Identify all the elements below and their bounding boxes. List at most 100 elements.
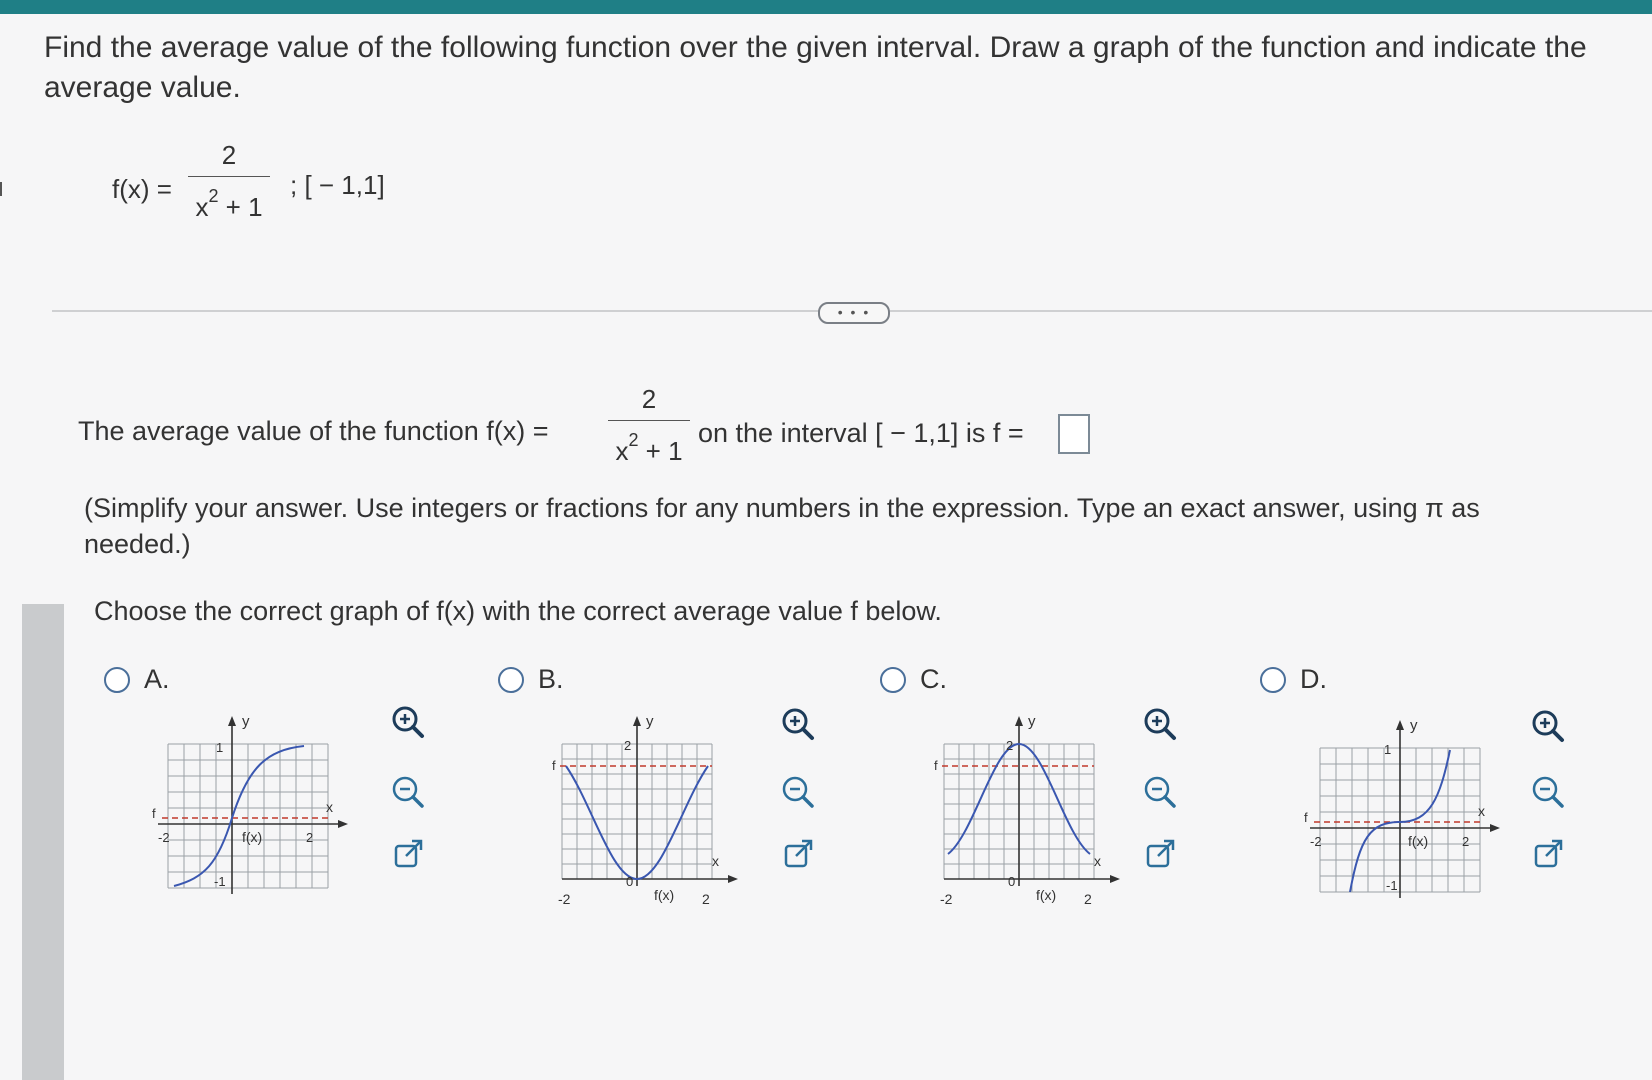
zoom-in-icon <box>782 708 814 740</box>
option-a-xmax-label: 2 <box>306 830 313 845</box>
option-d-xmax-label: 2 <box>1462 834 1469 849</box>
option-a-open[interactable] <box>386 832 430 876</box>
option-d-radio[interactable] <box>1260 666 1286 693</box>
option-b-f-label: f <box>552 758 556 773</box>
option-c-zoom-out[interactable] <box>1138 770 1182 814</box>
option-c-graph: y 2 x f -2 2 f(x) 0 <box>924 713 1124 929</box>
option-c-x-arrow <box>1110 875 1120 883</box>
open-new-window-icon <box>1534 839 1563 868</box>
option-c-xmax-label: 2 <box>1084 891 1092 907</box>
left-scroll-rail[interactable] <box>22 604 64 1080</box>
function-lhs: f(x) = <box>112 174 172 204</box>
option-a-fx-label: f(x) <box>242 829 262 845</box>
option-c-xmin-label: -2 <box>940 891 953 907</box>
option-d-graph: y 1 x f -2 2 f(x) -1 <box>1300 717 1500 923</box>
answer-fraction: 2 x2 + 1 <box>608 384 690 466</box>
option-d-f-label: f <box>1304 810 1308 825</box>
option-b-ytop-label: 2 <box>624 738 631 753</box>
option-d-letter: D. <box>1300 664 1327 694</box>
option-c[interactable]: C. y 2 x f -2 2 f(x) 0 <box>880 664 1240 924</box>
option-c-letter: C. <box>920 664 947 694</box>
option-c-zero-label: 0 <box>1008 874 1015 889</box>
option-d-ybot-label: -1 <box>1386 878 1398 893</box>
option-a-y-label: y <box>242 714 250 730</box>
fraction-numerator: 2 <box>221 140 237 170</box>
option-d-open[interactable] <box>1526 832 1570 876</box>
option-b-xmin-label: -2 <box>558 891 571 907</box>
option-b-xmax-label: 2 <box>702 891 710 907</box>
option-c-open[interactable] <box>1138 832 1182 876</box>
option-a-xmin-label: -2 <box>158 830 170 845</box>
option-c-f-label: f <box>934 758 938 773</box>
option-a-letter: A. <box>144 664 170 694</box>
zoom-out-icon <box>1532 776 1564 808</box>
option-b-x-arrow <box>728 875 738 883</box>
option-a-f-label: f <box>152 806 156 821</box>
option-c-zoom-in[interactable] <box>1138 702 1182 746</box>
zoom-in-icon <box>1532 710 1564 742</box>
option-d-y-label: y <box>1410 718 1418 734</box>
option-a-graph-svg: y 1 x f -2 2 f(x) -1 <box>152 713 348 894</box>
zoom-out-icon <box>392 776 424 808</box>
option-d-zoom-out[interactable] <box>1526 770 1570 814</box>
answer-suffix: on the interval [ − 1,1] is f = <box>698 418 1024 448</box>
option-b-radio-row[interactable]: B. <box>498 664 564 695</box>
answer-hint: (Simplify your answer. Use integers or f… <box>84 493 1480 559</box>
top-banner <box>0 0 1652 14</box>
option-c-radio-row[interactable]: C. <box>880 664 947 695</box>
option-d-radio-row[interactable]: D. <box>1260 664 1327 695</box>
question-prompt: Find the average value of the following … <box>44 31 1587 104</box>
zoom-in-icon <box>392 706 424 738</box>
option-b-y-label: y <box>646 714 654 730</box>
option-b-radio[interactable] <box>498 666 524 693</box>
option-b-y-arrow <box>633 716 641 726</box>
option-a-x-label: x <box>326 799 333 815</box>
fraction-bar <box>188 176 270 177</box>
option-a-grid <box>167 743 329 889</box>
option-a-y-arrow <box>228 716 236 726</box>
fraction-denominator: x2 + 1 <box>195 186 263 222</box>
option-c-graph-svg: y 2 x f -2 2 f(x) 0 <box>934 713 1120 907</box>
option-a-ytop-label: 1 <box>216 740 223 755</box>
option-c-fx-label: f(x) <box>1036 887 1056 903</box>
function-fraction: 2 x2 + 1 <box>188 140 270 222</box>
option-d-y-arrow <box>1396 720 1404 730</box>
option-a-graph: y 1 x f -2 2 f(x) -1 <box>148 713 348 919</box>
option-c-y-arrow <box>1015 716 1023 726</box>
option-a[interactable]: A. y 1 x f -2 2 f(x) -1 <box>104 664 464 924</box>
interval-text: ; [ − 1,1] <box>290 170 385 200</box>
option-a-zoom-in[interactable] <box>386 700 430 744</box>
open-new-window-icon <box>1146 839 1175 868</box>
option-a-radio-row[interactable]: A. <box>104 664 170 695</box>
option-b-open[interactable] <box>776 832 820 876</box>
show-more-button[interactable]: • • • <box>818 302 890 324</box>
zoom-out-icon <box>782 776 814 808</box>
option-c-radio[interactable] <box>880 666 906 693</box>
option-d-x-label: x <box>1478 803 1485 819</box>
option-d-x-arrow <box>1490 824 1500 832</box>
option-a-x-arrow <box>338 820 348 828</box>
option-d-xmin-label: -2 <box>1310 834 1322 849</box>
option-a-zoom-out[interactable] <box>386 770 430 814</box>
option-c-y-label: y <box>1028 714 1036 730</box>
answer-statement: The average value of the function f(x) =… <box>78 384 1578 482</box>
option-d[interactable]: D. y 1 x f -2 2 f(x) -1 <box>1260 664 1620 924</box>
zoom-in-icon <box>1144 708 1176 740</box>
option-b-zoom-in[interactable] <box>776 702 820 746</box>
option-b-graph: y 2 x f -2 2 f(x) 0 <box>542 713 742 929</box>
option-d-zoom-in[interactable] <box>1526 704 1570 748</box>
choose-instruction: Choose the correct graph of f(x) with th… <box>94 596 942 626</box>
left-collapse-handle[interactable] <box>0 182 8 196</box>
option-d-fx-label: f(x) <box>1408 833 1428 849</box>
average-value-input[interactable] <box>1058 414 1090 454</box>
option-b[interactable]: B. y 2 x f -2 2 f(x) 0 <box>498 664 858 924</box>
option-b-zoom-out[interactable] <box>776 770 820 814</box>
option-a-ybot-label: -1 <box>214 874 226 889</box>
open-new-window-icon <box>784 839 813 868</box>
option-c-ytop-label: 2 <box>1006 738 1013 753</box>
option-b-letter: B. <box>538 664 564 694</box>
option-a-radio[interactable] <box>104 666 130 693</box>
option-a-curve <box>173 745 305 887</box>
option-b-graph-svg: y 2 x f -2 2 f(x) 0 <box>552 713 738 907</box>
option-c-x-label: x <box>1094 853 1101 869</box>
